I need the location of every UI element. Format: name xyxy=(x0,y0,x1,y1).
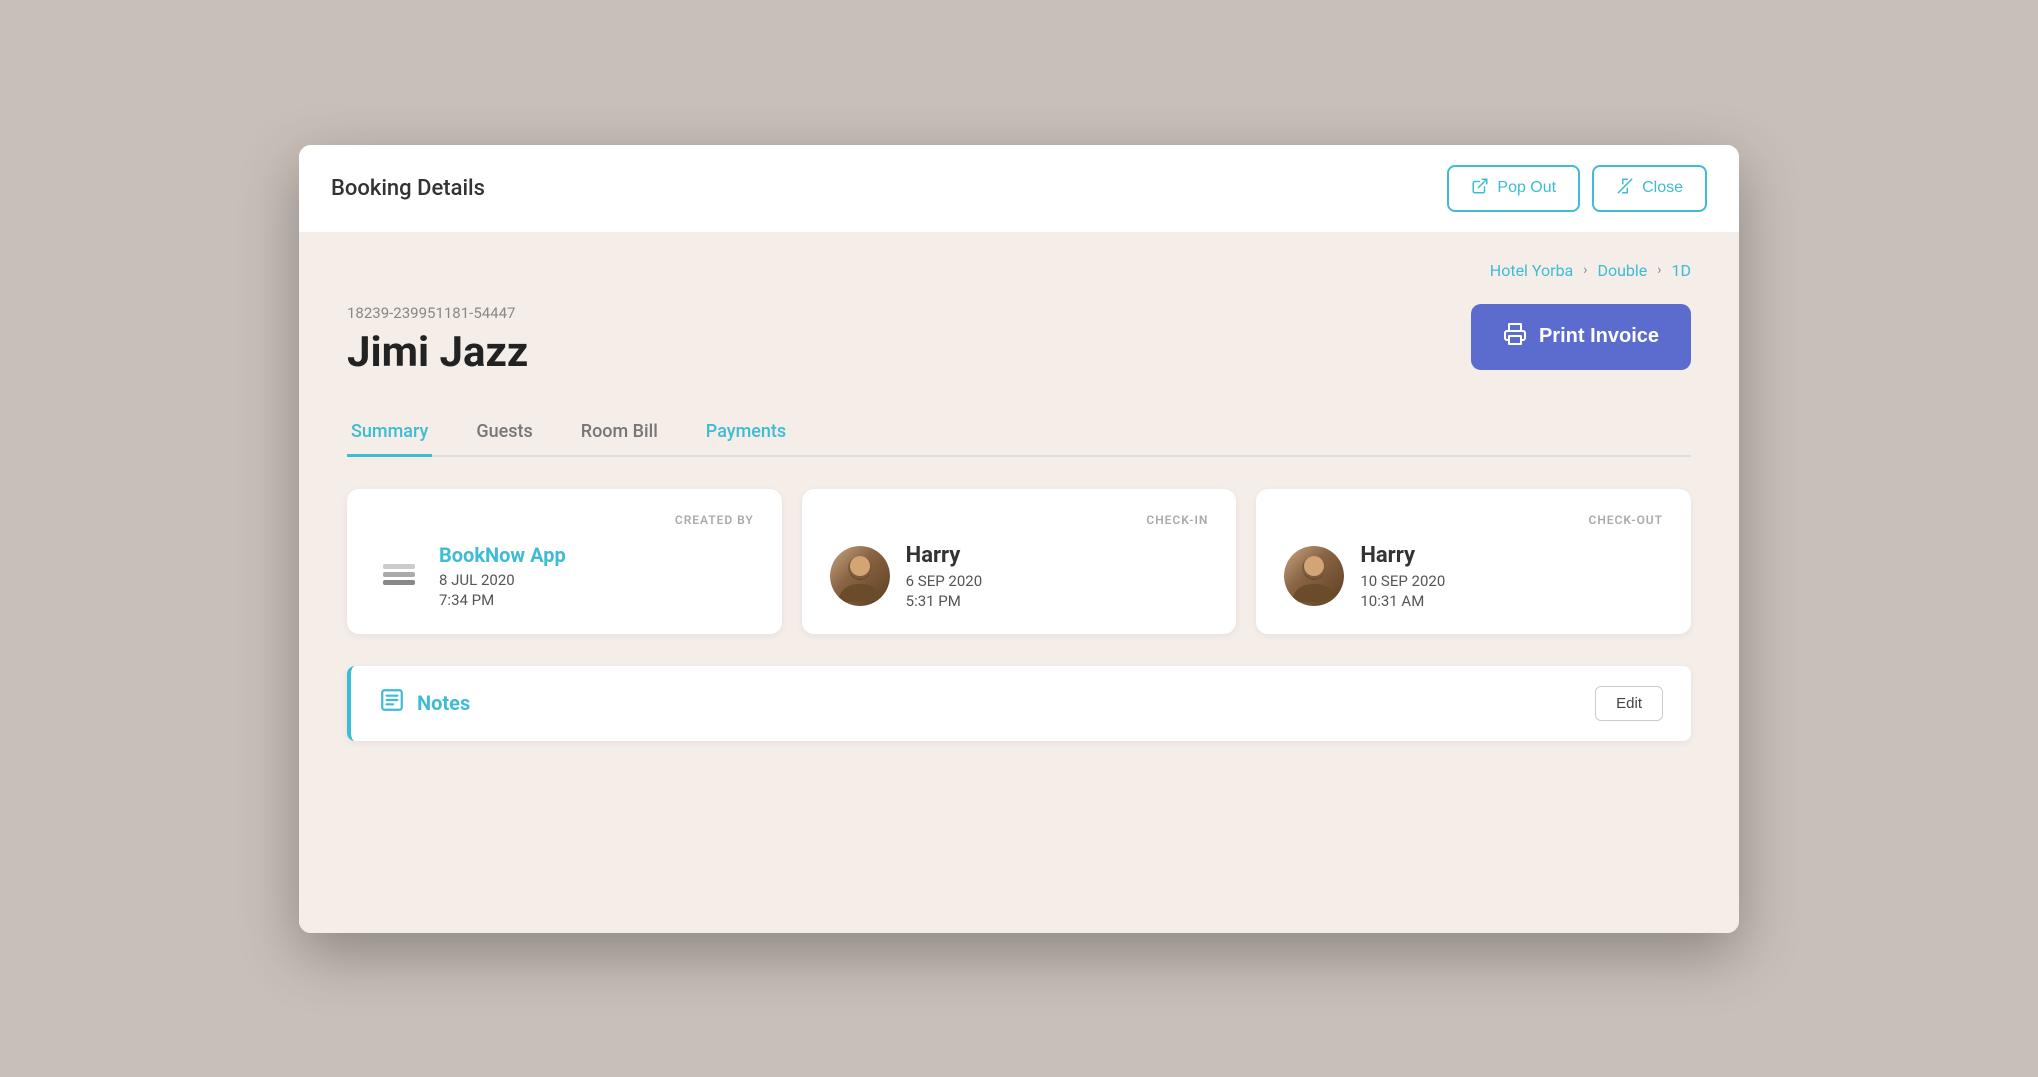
booking-details-modal: Booking Details Pop Out xyxy=(299,145,1739,933)
popout-label: Pop Out xyxy=(1497,179,1556,197)
check-out-details: Harry 10 SEP 2020 10:31 AM xyxy=(1360,543,1445,610)
tab-guests[interactable]: Guests xyxy=(472,409,536,457)
check-out-time: 10:31 AM xyxy=(1360,592,1445,610)
created-by-card: CREATED BY BookNow App 8 JUL 2020 7:34 P… xyxy=(347,489,782,634)
booking-info: 18239-239951181-54447 Jimi Jazz Print In… xyxy=(347,304,1691,377)
notes-left: Notes xyxy=(379,687,470,719)
check-in-date: 6 SEP 2020 xyxy=(906,572,983,590)
header-buttons: Pop Out Close xyxy=(1447,165,1707,212)
close-button[interactable]: Close xyxy=(1592,165,1707,212)
popout-icon xyxy=(1471,177,1489,200)
popout-button[interactable]: Pop Out xyxy=(1447,165,1580,212)
check-out-person-name: Harry xyxy=(1360,543,1445,568)
modal-title: Booking Details xyxy=(331,176,485,201)
creator-time: 7:34 PM xyxy=(439,591,566,609)
creator-name: BookNow App xyxy=(439,543,566,567)
close-icon xyxy=(1616,177,1634,200)
creator-details: BookNow App 8 JUL 2020 7:34 PM xyxy=(439,543,566,609)
tab-payments[interactable]: Payments xyxy=(702,409,790,457)
creator-info: BookNow App 8 JUL 2020 7:34 PM xyxy=(375,543,754,609)
notes-icon xyxy=(379,687,405,719)
tab-room-bill[interactable]: Room Bill xyxy=(577,409,662,457)
breadcrumb-room-type[interactable]: Double xyxy=(1597,261,1647,280)
tab-summary[interactable]: Summary xyxy=(347,409,432,457)
booking-id: 18239-239951181-54447 xyxy=(347,304,528,322)
breadcrumb-sep1: › xyxy=(1583,262,1587,278)
print-icon xyxy=(1503,322,1527,352)
check-out-date: 10 SEP 2020 xyxy=(1360,572,1445,590)
modal-body: Hotel Yorba › Double › 1D 18239-23995118… xyxy=(299,233,1739,933)
booking-details-left: 18239-239951181-54447 Jimi Jazz xyxy=(347,304,528,377)
print-invoice-label: Print Invoice xyxy=(1539,325,1659,348)
notes-label: Notes xyxy=(417,691,470,715)
booknow-icon xyxy=(375,552,423,600)
breadcrumb: Hotel Yorba › Double › 1D xyxy=(347,261,1691,280)
guest-name: Jimi Jazz xyxy=(347,328,528,377)
notes-edit-button[interactable]: Edit xyxy=(1595,686,1663,721)
check-in-time: 5:31 PM xyxy=(906,592,983,610)
created-by-label: CREATED BY xyxy=(375,513,754,527)
breadcrumb-sep2: › xyxy=(1657,262,1661,278)
check-in-person: Harry 6 SEP 2020 5:31 PM xyxy=(830,543,1209,610)
notes-section: Notes Edit xyxy=(347,666,1691,741)
check-out-person: Harry 10 SEP 2020 10:31 AM xyxy=(1284,543,1663,610)
check-in-label: CHECK-IN xyxy=(830,513,1209,527)
check-in-avatar xyxy=(830,546,890,606)
close-label: Close xyxy=(1642,179,1683,197)
check-out-label: CHECK-OUT xyxy=(1284,513,1663,527)
check-in-details: Harry 6 SEP 2020 5:31 PM xyxy=(906,543,983,610)
check-in-person-name: Harry xyxy=(906,543,983,568)
breadcrumb-room-id[interactable]: 1D xyxy=(1672,261,1692,280)
creator-date: 8 JUL 2020 xyxy=(439,571,566,589)
modal-header: Booking Details Pop Out xyxy=(299,145,1739,233)
check-out-avatar xyxy=(1284,546,1344,606)
check-out-card: CHECK-OUT Harry xyxy=(1256,489,1691,634)
check-in-card: CHECK-IN xyxy=(802,489,1237,634)
breadcrumb-hotel[interactable]: Hotel Yorba xyxy=(1490,261,1573,280)
print-invoice-button[interactable]: Print Invoice xyxy=(1471,304,1691,370)
info-cards: CREATED BY BookNow App 8 JUL 2020 7:34 P… xyxy=(347,489,1691,634)
tabs: Summary Guests Room Bill Payments xyxy=(347,409,1691,457)
